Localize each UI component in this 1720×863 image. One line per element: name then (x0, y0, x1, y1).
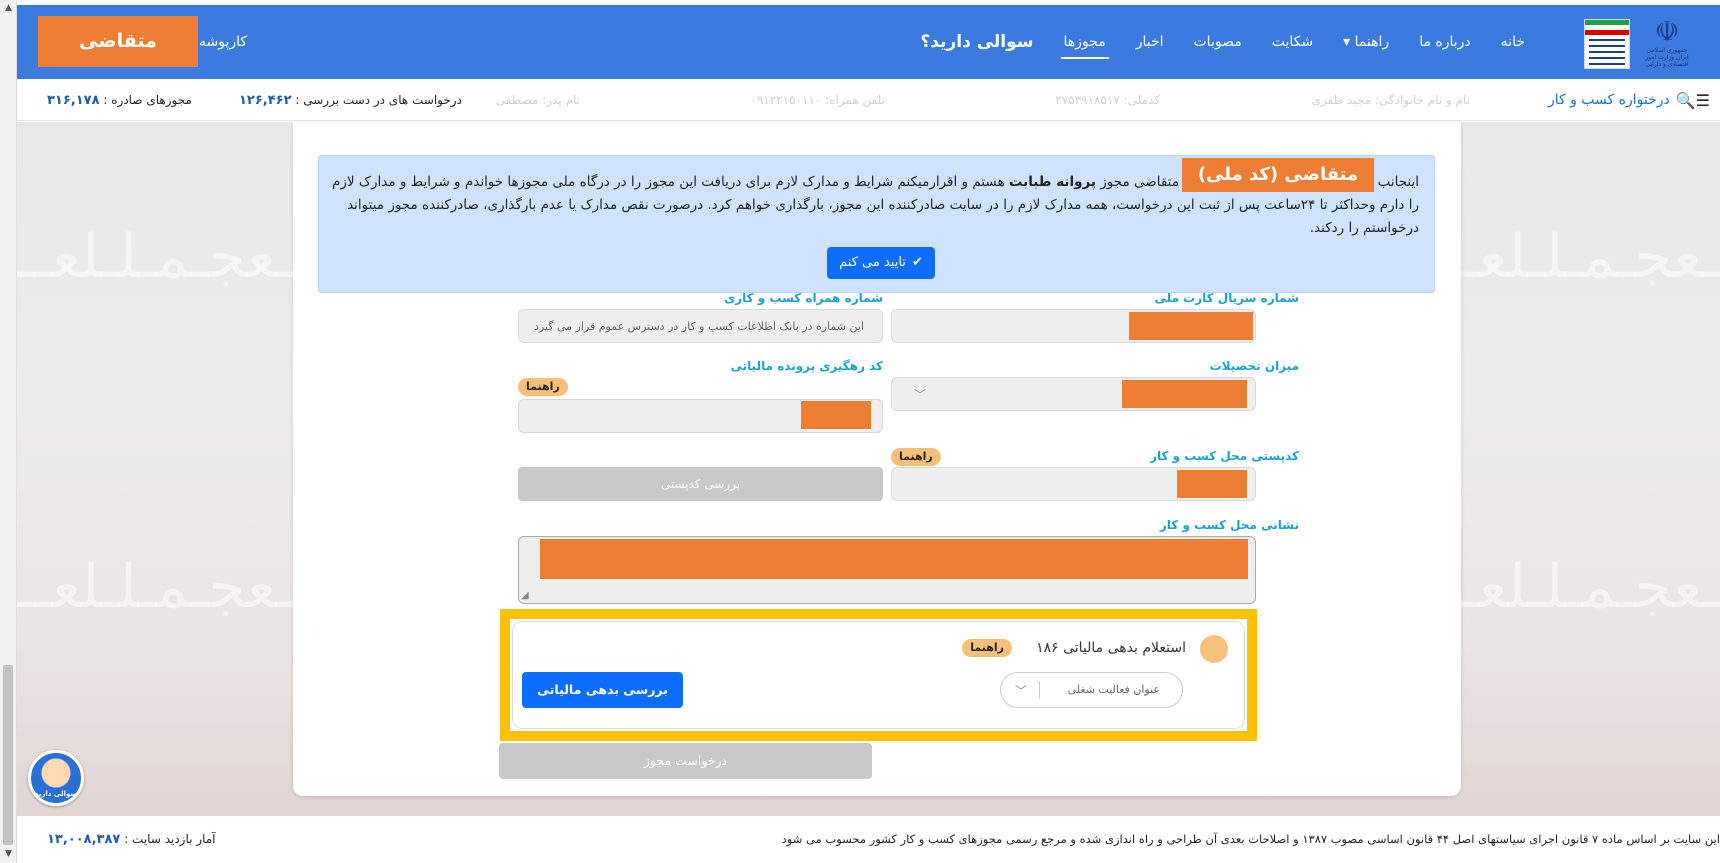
nav-about[interactable]: درباره ما (1404, 5, 1485, 79)
redacted-value (1177, 470, 1247, 498)
main-nav: خانه درباره ما راهنما ▾ شکایت مصوبات اخب… (905, 5, 1540, 79)
tax-debt-check-button[interactable]: بررسی بدهی مالیاتی (522, 672, 683, 708)
tax-file-input[interactable] (518, 399, 883, 433)
nav-home[interactable]: خانه (1486, 5, 1540, 79)
issued-stat: مجوزهای صادره : ۳۱۶,۱۷۸ (47, 79, 192, 121)
tax-inquiry-title: استعلام بدهی مالیاتی ۱۸۶ (1036, 640, 1186, 656)
nav-resolutions[interactable]: مصوبات (1179, 5, 1257, 79)
nav-faq[interactable]: سوالی دارید؟ (905, 5, 1048, 79)
check-icon: ✔ (911, 255, 923, 270)
license-name: پروانه طبابت (1008, 174, 1096, 190)
education-label: میزان تحصیلات (1209, 359, 1299, 373)
issued-label: مجوزهای صادره : (103, 93, 192, 107)
footer-legal-text: این سایت بر اساس ماده ۷ قانون اجرای سیاس… (781, 832, 1720, 846)
in-review-label: درخواست های در دست بررسی : (295, 93, 462, 107)
chevron-down-icon: ﹀ (914, 388, 927, 402)
request-license-button[interactable]: درخواست مجوز (499, 743, 872, 779)
activity-title-select[interactable]: عنوان فعالیت شغلی ﹀ (1000, 672, 1183, 708)
iran-emblem-icon: ☫ جمهوری اسلامی ایران وزارت امور اقتصادی… (1642, 17, 1692, 71)
cartable-link[interactable]: کارپوشه (199, 5, 247, 79)
postal-check-button[interactable]: بررسی کدپستی (518, 467, 883, 501)
nav-news[interactable]: اخبار (1121, 5, 1179, 79)
confirm-button[interactable]: ✔تایید می کنم (827, 247, 935, 279)
applicant-national-code: متقاضی (کد ملی) (1182, 158, 1374, 192)
user-father-name: نام پدر: مصطفی (495, 93, 580, 107)
redacted-value (540, 539, 1248, 579)
logo[interactable]: ☫ جمهوری اسلامی ایران وزارت امور اقتصادی… (1584, 13, 1692, 71)
tax-inquiry-highlight: استعلام بدهی مالیاتی ۱۸۶ راهنما عنوان فع… (500, 609, 1257, 741)
tax-inquiry-panel: استعلام بدهی مالیاتی ۱۸۶ راهنما عنوان فع… (512, 621, 1245, 729)
tax-guide-badge[interactable]: راهنما (962, 639, 1012, 657)
ministry-logo-icon (1584, 19, 1630, 69)
search-menu-icon: ☰🔍 (1675, 90, 1710, 110)
chevron-down-icon: ﹀ (1015, 684, 1028, 698)
national-card-serial-input[interactable] (891, 309, 1256, 343)
in-review-value: ۱۲۶,۴۶۲ (239, 93, 292, 108)
redacted-value (1122, 380, 1247, 408)
issued-value: ۳۱۶,۱۷۸ (47, 93, 100, 108)
redacted-value (1129, 312, 1253, 340)
user-mobile: تلفن همراه: ۰۹۱۲۲۱۵۰۱۱۰ (750, 93, 885, 107)
page-scrollbar[interactable]: ▲ ▼ (0, 0, 17, 863)
logo-caption: جمهوری اسلامی ایران وزارت امور اقتصادی و… (1645, 47, 1689, 68)
tax-file-guide-badge[interactable]: راهنما (518, 378, 568, 396)
scroll-up-icon[interactable]: ▲ (0, 0, 17, 17)
help-chat-avatar[interactable]: سوالی دارید (28, 750, 84, 806)
top-navbar: ☫ جمهوری اسلامی ایران وزارت امور اقتصادی… (17, 5, 1720, 79)
nav-licenses[interactable]: مجوزها (1049, 5, 1121, 79)
user-fullname: نام و نام خانوادگی: مجید ظفری (1311, 93, 1471, 107)
redacted-value (801, 401, 871, 429)
postal-guide-badge[interactable]: راهنما (891, 448, 941, 466)
user-national-code: کدملی: ۲۷۵۳۹۱۸۵۱۷ (1055, 93, 1160, 107)
tax-file-label: کد رهگیری پرونده مالیاتی (730, 359, 883, 373)
business-mobile-input[interactable]: این شماره در بانک اطلاعات کسب و کار در د… (518, 309, 883, 343)
footer: این سایت بر اساس ماده ۷ قانون اجرای سیاس… (17, 816, 1720, 863)
nav-complaint[interactable]: شکایت (1257, 5, 1328, 79)
applicant-button[interactable]: متقاضی (38, 16, 198, 67)
scroll-thumb[interactable] (3, 665, 13, 845)
address-textarea[interactable]: ◢ (518, 536, 1256, 604)
license-request-card: اینجانب متقاضی مجوز پروانه طبابت هستم و … (293, 122, 1461, 796)
postal-code-input[interactable] (891, 467, 1256, 501)
resize-handle-icon[interactable]: ◢ (521, 590, 529, 601)
nav-guide[interactable]: راهنما ▾ (1328, 5, 1404, 79)
terms-notice: اینجانب متقاضی مجوز پروانه طبابت هستم و … (318, 155, 1435, 293)
business-mobile-label: شماره همراه کسب و کاری (724, 291, 883, 305)
scroll-down-icon[interactable]: ▼ (0, 846, 17, 863)
visit-count: ۱۳,۰۰۸,۳۸۷ (47, 832, 121, 847)
education-select[interactable]: ﹀ (891, 377, 1256, 411)
status-dot-icon (1200, 635, 1228, 663)
info-bar: ☰🔍 درختواره کسب و کار نام و نام خانوادگی… (17, 79, 1720, 121)
in-review-stat: درخواست های در دست بررسی : ۱۲۶,۴۶۲ (239, 79, 462, 121)
national-card-serial-label: شماره سریال کارت ملی (1154, 291, 1300, 305)
address-label: نشانی محل کسب و کار (1159, 518, 1299, 532)
business-tree-label: درختواره کسب و کار (1547, 92, 1670, 108)
postal-code-label: کدپستی محل کسب و کار (1150, 449, 1299, 463)
visit-stats: آمار بازدید سایت : ۱۳,۰۰۸,۳۸۷ (47, 832, 216, 847)
business-tree-link[interactable]: ☰🔍 درختواره کسب و کار (1548, 79, 1710, 121)
